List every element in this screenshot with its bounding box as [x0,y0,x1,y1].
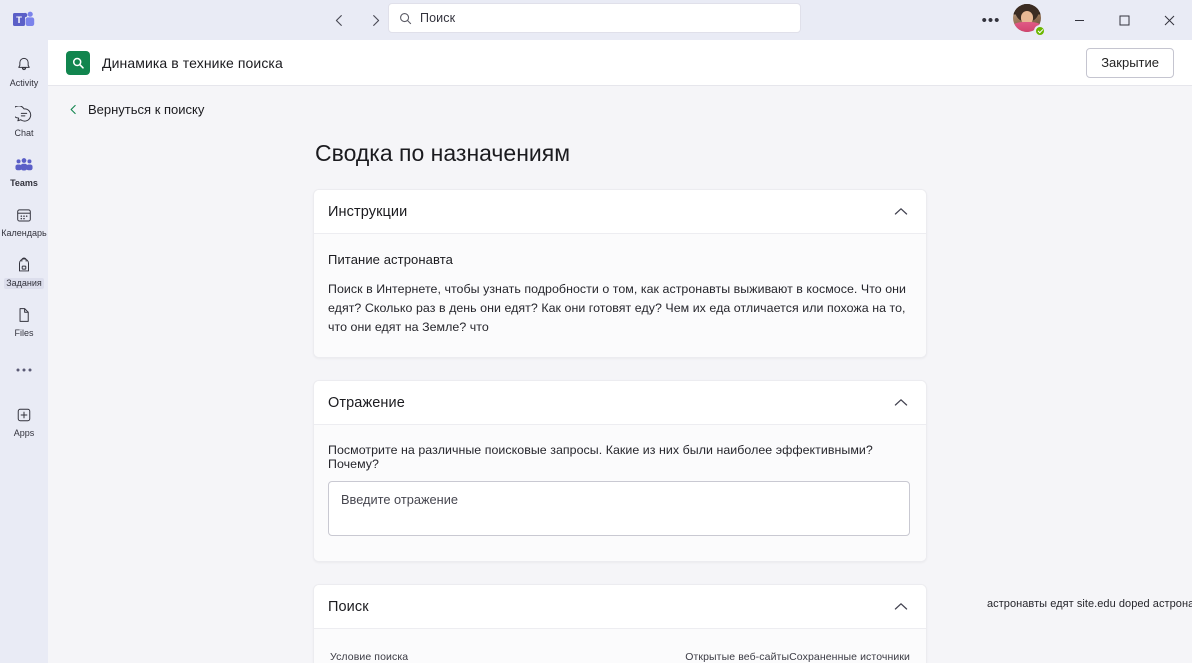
presence-available-icon [1034,25,1046,37]
close-button[interactable]: Закрытие [1086,47,1174,78]
sidebar-item-label: Chat [14,127,34,138]
chevron-up-icon[interactable] [894,207,908,216]
title-bar: T Поиск ••• [0,0,1192,40]
teams-logo-icon: T [0,10,48,30]
instructions-card-title: Инструкции [328,203,408,220]
instructions-card-header[interactable]: Инструкции [314,190,926,234]
search-card-title: Поиск [328,598,369,615]
back-link-label: Вернуться к поиску [88,101,205,117]
sidebar-item-label: Apps [13,427,35,438]
sidebar-item-label: Задания [4,277,44,289]
sidebar-item-files[interactable]: Files [0,296,48,346]
app-header: Динамика в технике поиска Закрытие [48,40,1192,86]
svg-text:T: T [16,15,22,26]
close-window-button[interactable] [1147,0,1192,40]
search-placeholder: Поиск [420,11,456,25]
more-dots-icon [15,359,33,381]
column-header-saved-sources: Сохраненные источники [789,651,910,663]
sidebar-item-label: Teams [10,177,38,188]
plus-box-icon [15,404,33,426]
calendar-icon [15,204,33,226]
sidebar-item-label: Activity [9,77,39,88]
instructions-card: Инструкции Питание астронавта Поиск в Ин… [313,189,927,358]
history-nav [325,6,389,34]
sidebar-item-apps[interactable]: Apps [0,396,48,446]
sidebar-item-label: Files [14,327,34,338]
sidebar-item-label: Календарь [1,227,47,238]
sidebar-item-more[interactable] [0,346,48,396]
search-card-header[interactable]: Поиск [314,585,926,629]
sidebar-item-teams[interactable]: Teams [0,146,48,196]
summary-title: Сводка по назначениям [315,140,571,166]
window-controls: ••• [975,0,1192,40]
search-app-icon [66,50,90,75]
back-to-search-link[interactable]: Вернуться к поиску [68,102,204,117]
floating-search-suggestion: астронавты едят site.edu doped астронавт [987,598,1192,610]
sidebar-item-calendar[interactable]: Календарь [0,196,48,246]
maximize-button[interactable] [1102,0,1147,40]
bell-icon [15,54,33,76]
reflection-card-body: Посмотрите на различные поисковые запрос… [314,425,926,561]
file-icon [15,304,33,326]
people-icon [14,154,34,176]
teams-window: T Поиск ••• Activity Chat Teams Календар… [0,0,1192,663]
forward-nav-button[interactable] [361,6,389,34]
chevron-left-icon [68,104,79,115]
more-options-icon[interactable]: ••• [975,4,1007,36]
reflection-card-header[interactable]: Отражение [314,381,926,425]
reflection-card: Отражение Посмотрите на различные поиско… [313,380,927,562]
chevron-up-icon[interactable] [894,398,908,407]
page-title: Динамика в технике поиска [102,54,283,71]
search-card: Поиск Условие поиска Открытые веб-сайты [313,584,927,663]
back-nav-button[interactable] [325,6,353,34]
search-terms-table: Условие поиска Открытые веб-сайты Сохран… [328,651,910,663]
avatar[interactable] [1013,4,1046,37]
column-header-term: Условие поиска [330,651,409,663]
content-scroll: Сводка по назначениям Инструкции Питание… [48,122,1192,663]
search-icon [399,12,412,25]
reflection-question: Посмотрите на различные поисковые запрос… [328,443,873,471]
reflection-input[interactable] [328,481,910,536]
app-rail: Activity Chat Teams Календарь Задания Fi… [0,40,48,663]
instructions-subtitle: Питание астронавта [328,252,453,267]
chat-bubble-icon [15,104,33,126]
search-input[interactable]: Поиск [388,3,801,33]
reflection-card-title: Отражение [328,394,405,411]
instructions-card-body: Питание астронавта Поиск в Интернете, чт… [314,234,926,357]
back-row: Вернуться к поиску [48,86,1192,122]
sidebar-item-chat[interactable]: Chat [0,96,48,146]
sidebar-item-activity[interactable]: Activity [0,46,48,96]
search-card-body: Условие поиска Открытые веб-сайты Сохран… [314,629,926,663]
sidebar-item-assignments[interactable]: Задания [0,246,48,296]
main-pane: Динамика в технике поиска Закрытие Верну… [48,40,1192,663]
table-header-row: Условие поиска Открытые веб-сайты Сохран… [328,651,910,663]
chevron-up-icon[interactable] [894,602,908,611]
minimize-button[interactable] [1057,0,1102,40]
backpack-icon [15,254,33,276]
instructions-text: Поиск в Интернете, чтобы узнать подробно… [328,282,907,334]
column-header-open-sites: Открытые веб-сайты [685,651,790,663]
